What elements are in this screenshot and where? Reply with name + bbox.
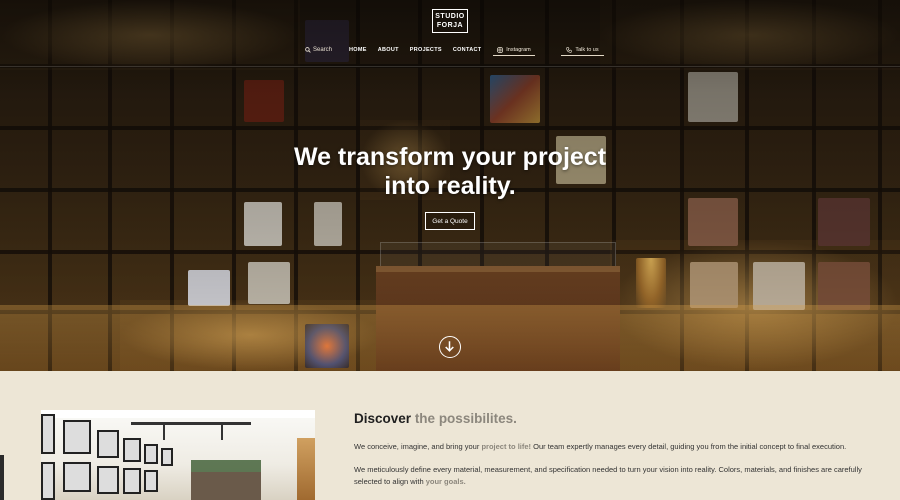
scroll-down-button[interactable] [439, 336, 461, 358]
talk-to-us-button[interactable]: Talk to us [561, 44, 604, 56]
paragraph-1: We conceive, imagine, and bring your pro… [354, 441, 874, 453]
headline-line-1: We transform your project [293, 143, 607, 171]
nav-about[interactable]: ABOUT [378, 47, 399, 53]
p1-text-after: Our team expertly manages every detail, … [531, 442, 847, 451]
arrow-down-icon [445, 341, 454, 352]
search-button[interactable]: Search [305, 47, 332, 53]
interior-photo [41, 410, 315, 500]
logo-line-2: FORJA [436, 22, 464, 29]
instagram-icon [497, 46, 504, 53]
get-quote-button[interactable]: Get a Quote [425, 212, 475, 230]
section-title: Discover the possibilites. [354, 411, 517, 426]
instagram-label: Instagram [506, 46, 531, 53]
logo-line-1: STUDIO [435, 13, 465, 20]
talk-label: Talk to us [575, 46, 599, 53]
phone-icon [566, 46, 573, 53]
main-nav: Search HOME ABOUT PROJECTS CONTACT [305, 45, 492, 55]
p1-text-before: We conceive, imagine, and bring your [354, 442, 482, 451]
p2-highlight: your goals. [425, 477, 466, 486]
paragraph-2: We meticulously define every material, m… [354, 464, 874, 488]
nav-divider [0, 66, 900, 67]
nav-home[interactable]: HOME [349, 47, 367, 53]
instagram-link[interactable]: Instagram [493, 44, 535, 56]
title-accent: the possibilites. [414, 411, 517, 426]
search-label: Search [313, 47, 333, 53]
nav-contact[interactable]: CONTACT [453, 47, 482, 53]
search-icon [305, 47, 311, 53]
p1-highlight: project to life! [481, 442, 532, 451]
hero-headline: We transform your project into reality. [0, 143, 900, 201]
nav-projects[interactable]: PROJECTS [410, 47, 442, 53]
studio-logo[interactable]: STUDIO FORJA [432, 9, 468, 33]
title-main: Discover [354, 411, 412, 426]
side-tab[interactable] [0, 455, 4, 500]
headline-line-2: into reality. [384, 172, 516, 200]
